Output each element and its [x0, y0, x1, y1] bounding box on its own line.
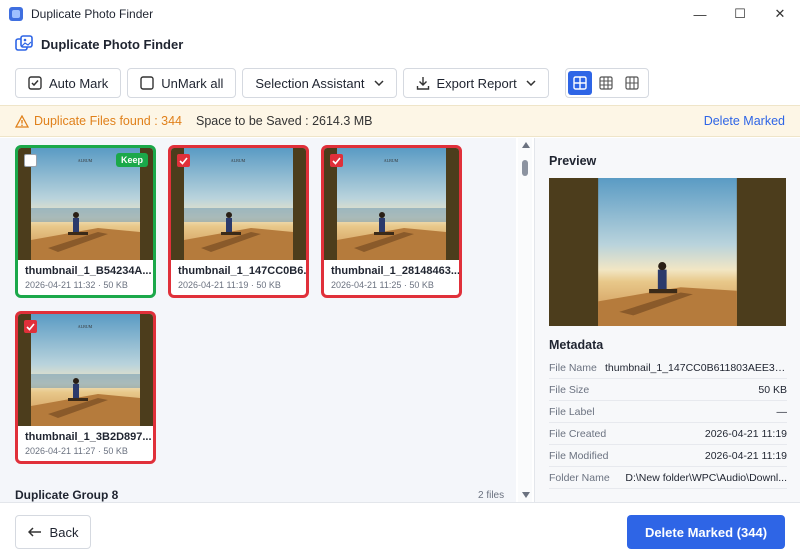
download-icon	[416, 76, 430, 90]
unmark-all-label: UnMark all	[161, 75, 224, 91]
file-meta: 2026-04-21 11:25 · 50 KB	[331, 280, 434, 290]
file-name: thumbnail_1_28148463...	[331, 265, 461, 277]
empty-checkbox-icon	[140, 76, 154, 90]
selection-assistant-button[interactable]: Selection Assistant	[242, 68, 397, 98]
file-name: thumbnail_1_147CC0B6...	[178, 265, 309, 277]
minimize-icon[interactable]: —	[680, 0, 720, 28]
photo-card[interactable]: thumbnail_1_147CC0B6... 2026-04-21 11:19…	[168, 145, 309, 298]
metadata-label: Folder Name	[549, 471, 610, 484]
space-saved-text: Space to be Saved : 2614.3 MB	[196, 114, 373, 128]
back-label: Back	[49, 524, 79, 540]
app-title: Duplicate Photo Finder	[41, 36, 184, 52]
photo-card[interactable]: thumbnail_1_3B2D897... 2026-04-21 11:27 …	[15, 311, 156, 464]
checkmark-icon	[179, 156, 188, 165]
photo-thumbnail	[324, 148, 459, 260]
metadata-row: File Modified 2026-04-21 11:19	[549, 445, 787, 467]
details-panel: Preview Metadata File Name thumbnail_1_1…	[534, 138, 800, 502]
select-checkbox[interactable]	[24, 154, 37, 167]
metadata-row: Folder Name D:\New folder\WPC\Audio\Down…	[549, 467, 787, 489]
window-titlebar: Duplicate Photo Finder — ☐ ✕	[0, 0, 800, 28]
export-report-label: Export Report	[436, 75, 517, 91]
large-grid-icon[interactable]	[567, 71, 592, 95]
arrow-left-icon	[27, 527, 42, 537]
export-report-button[interactable]: Export Report	[402, 68, 549, 98]
photo-card[interactable]: thumbnail_1_28148463... 2026-04-21 11:25…	[321, 145, 462, 298]
preview-image	[549, 178, 786, 326]
scroll-down-icon[interactable]	[522, 492, 530, 498]
metadata-row: File Size 50 KB	[549, 379, 787, 401]
file-meta: 2026-04-21 11:27 · 50 KB	[25, 446, 128, 456]
auto-mark-button[interactable]: Auto Mark	[15, 68, 122, 98]
window-title: Duplicate Photo Finder	[31, 7, 154, 21]
metadata-label: File Name	[549, 361, 597, 374]
checkmark-icon	[332, 156, 341, 165]
selection-assistant-label: Selection Assistant	[255, 75, 365, 91]
metadata-value: 50 KB	[758, 383, 787, 396]
footer-bar: Back Delete Marked (344)	[0, 502, 800, 560]
medium-grid-icon[interactable]	[594, 71, 618, 95]
select-checkbox[interactable]	[330, 154, 343, 167]
metadata-value: —	[776, 405, 788, 418]
metadata-row: File Created 2026-04-21 11:19	[549, 423, 787, 445]
metadata-title: Metadata	[549, 338, 604, 352]
checkbox-pen-icon	[28, 76, 42, 90]
metadata-row: File Name thumbnail_1_147CC0B611803AEE3B…	[549, 357, 787, 379]
file-name: thumbnail_1_3B2D897...	[25, 431, 152, 443]
auto-mark-label: Auto Mark	[49, 75, 109, 91]
chevron-down-icon	[373, 80, 384, 86]
app-icon	[9, 7, 23, 21]
duplicates-found-text: Duplicate Files found : 344	[34, 114, 183, 128]
scroll-up-icon[interactable]	[522, 142, 530, 148]
photo-thumbnail	[171, 148, 306, 260]
select-checkbox[interactable]	[177, 154, 190, 167]
metadata-value: 2026-04-21 11:19	[704, 449, 787, 462]
group-count: 2 files	[478, 490, 505, 501]
scroll-thumb[interactable]	[522, 160, 528, 176]
gallery-scrollbar[interactable]	[518, 138, 532, 502]
file-meta: 2026-04-21 11:19 · 50 KB	[178, 280, 281, 290]
metadata-row: File Label —	[549, 401, 787, 423]
window-controls: — ☐ ✕	[680, 0, 800, 28]
summary-bar: Duplicate Files found : 344 Space to be …	[0, 105, 800, 137]
duplicate-photo-icon	[15, 35, 33, 53]
preview-title: Preview	[549, 154, 597, 168]
checkmark-icon	[26, 322, 35, 331]
photo-card[interactable]: Keep thumbnail_1_B54234A... 2026-04-21 1…	[15, 145, 156, 298]
toolbar: Auto Mark UnMark all Selection Assistant…	[0, 62, 800, 104]
metadata-label: File Size	[549, 383, 590, 396]
metadata-value: 2026-04-21 11:19	[704, 427, 787, 440]
close-icon[interactable]: ✕	[760, 0, 800, 28]
back-button[interactable]: Back	[15, 515, 91, 549]
metadata-value: D:\New folder\WPC\Audio\Downl...	[625, 471, 787, 484]
delete-marked-button[interactable]: Delete Marked (344)	[627, 515, 785, 549]
delete-marked-link[interactable]: Delete Marked	[704, 114, 785, 128]
metadata-value: thumbnail_1_147CC0B611803AEE3B3...	[605, 361, 787, 374]
metadata-label: File Label	[549, 405, 595, 418]
file-name: thumbnail_1_B54234A...	[25, 265, 152, 277]
select-checkbox[interactable]	[24, 320, 37, 333]
small-grid-icon[interactable]	[620, 71, 644, 95]
unmark-all-button[interactable]: UnMark all	[127, 68, 237, 98]
metadata-label: File Created	[549, 427, 607, 440]
app-header: Duplicate Photo Finder	[0, 28, 800, 60]
keep-badge: Keep	[115, 153, 148, 167]
metadata-label: File Modified	[549, 449, 609, 462]
duplicate-gallery: Keep thumbnail_1_B54234A... 2026-04-21 1…	[0, 138, 516, 502]
file-meta: 2026-04-21 11:32 · 50 KB	[25, 280, 128, 290]
warning-icon	[15, 114, 29, 128]
chevron-down-icon	[526, 80, 536, 86]
view-mode-group	[564, 68, 649, 98]
group-title: Duplicate Group 8	[15, 488, 119, 502]
photo-thumbnail	[18, 314, 153, 426]
maximize-icon[interactable]: ☐	[720, 0, 760, 28]
